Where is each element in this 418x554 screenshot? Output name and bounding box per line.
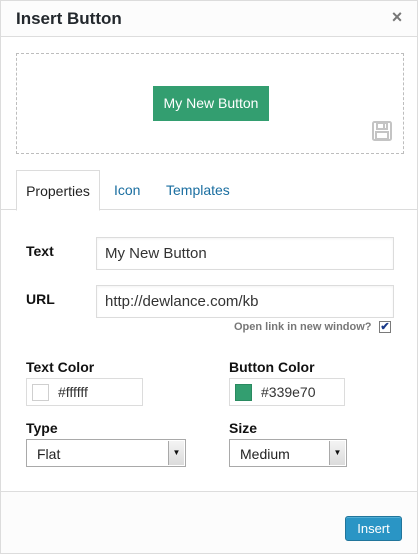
url-input[interactable]: http://dewlance.com/kb: [96, 285, 394, 318]
text-input[interactable]: My New Button: [96, 237, 394, 270]
size-selected-value: Medium: [240, 446, 290, 462]
text-color-label: Text Color: [26, 359, 95, 375]
close-icon[interactable]: ×: [387, 7, 407, 27]
new-window-checkbox[interactable]: ✔: [379, 321, 391, 333]
floppy-disk-icon[interactable]: [371, 120, 393, 142]
chevron-down-icon[interactable]: ▼: [329, 441, 345, 465]
button-color-value: #339e70: [261, 384, 316, 400]
dialog-footer: Insert: [1, 492, 417, 553]
tab-properties[interactable]: Properties: [16, 170, 100, 211]
preview-button[interactable]: My New Button: [153, 86, 269, 121]
tab-templates[interactable]: Templates: [166, 170, 230, 210]
button-preview-area: My New Button: [16, 53, 404, 154]
size-select[interactable]: Medium ▼: [229, 439, 347, 467]
text-color-picker[interactable]: #ffffff: [26, 378, 143, 406]
text-color-swatch[interactable]: [32, 384, 49, 401]
dialog-header: Insert Button ×: [1, 1, 417, 37]
type-label: Type: [26, 420, 58, 436]
new-window-label: Open link in new window?: [234, 321, 372, 333]
type-selected-value: Flat: [37, 446, 61, 462]
text-color-value: #ffffff: [58, 384, 88, 400]
button-color-label: Button Color: [229, 359, 315, 375]
button-color-picker[interactable]: #339e70: [229, 378, 345, 406]
insert-button[interactable]: Insert: [345, 516, 402, 541]
text-label: Text: [26, 243, 54, 259]
tab-icon[interactable]: Icon: [114, 170, 140, 210]
button-color-swatch[interactable]: [235, 384, 252, 401]
url-label: URL: [26, 291, 55, 307]
dialog-title: Insert Button: [16, 9, 122, 28]
size-label: Size: [229, 420, 258, 436]
insert-button-dialog: Insert Button × My New Button Properties…: [0, 0, 418, 554]
tab-bar: Properties Icon Templates: [1, 170, 417, 211]
chevron-down-icon[interactable]: ▼: [168, 441, 184, 465]
type-select[interactable]: Flat ▼: [26, 439, 186, 467]
